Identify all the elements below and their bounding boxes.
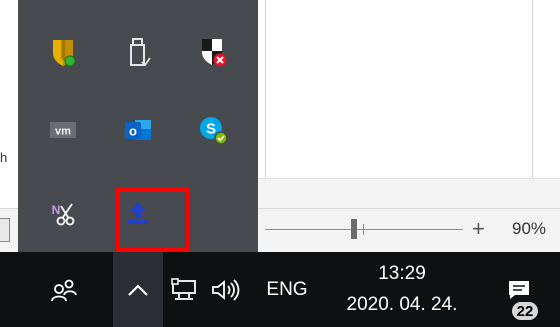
security-shield-icon[interactable] — [28, 22, 98, 82]
skype-icon[interactable]: S — [178, 100, 248, 160]
svg-text:S: S — [206, 121, 216, 138]
volume-icon[interactable] — [204, 252, 248, 327]
upload-icon[interactable] — [103, 183, 173, 243]
onenote-clipper-icon[interactable]: N — [28, 183, 98, 243]
vmware-icon[interactable]: vm — [28, 100, 98, 160]
notification-icon — [509, 280, 529, 299]
document-page-right-edge — [532, 0, 533, 178]
chevron-up-icon — [128, 283, 148, 296]
document-text-fragment: h — [0, 150, 8, 165]
document-page-left-edge — [265, 0, 266, 178]
windows-security-icon[interactable] — [178, 22, 248, 82]
hidden-icons-flyout: vm o S N — [18, 0, 258, 252]
notification-count-badge[interactable]: 22 — [510, 300, 540, 322]
svg-text:N: N — [52, 203, 61, 217]
input-language-indicator[interactable]: ENG — [252, 252, 322, 327]
network-icon[interactable] — [164, 252, 204, 327]
svg-text:o: o — [129, 124, 137, 139]
zoom-slider-thumb[interactable] — [351, 219, 357, 239]
svg-text:vm: vm — [55, 126, 71, 138]
people-icon[interactable] — [40, 252, 88, 327]
document-bottom-area — [258, 178, 560, 208]
zoom-slider-center-tick — [363, 224, 364, 235]
zoom-slider-track[interactable] — [265, 229, 463, 230]
show-hidden-icons-button[interactable] — [113, 252, 163, 327]
clock-date: 2020. 04. 24. — [346, 293, 458, 315]
outlook-icon[interactable]: o — [103, 100, 173, 160]
zoom-level-value[interactable]: 90% — [512, 218, 546, 240]
usb-drive-icon[interactable] — [103, 22, 173, 82]
language-label: ENG — [266, 278, 308, 300]
zoom-in-button[interactable]: + — [472, 214, 485, 244]
clock-time: 13:29 — [378, 262, 426, 284]
taskbar: ENG 13:29 2020. 04. 24. — [0, 252, 560, 327]
view-mode-icon[interactable] — [0, 218, 10, 242]
clock[interactable]: 13:29 2020. 04. 24. — [328, 252, 476, 327]
